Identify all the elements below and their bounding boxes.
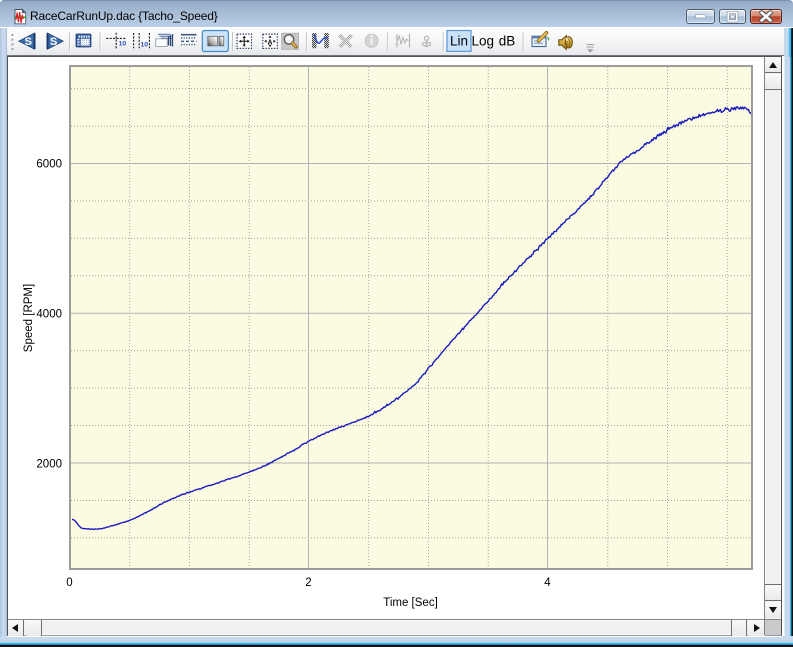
svg-text:S: S [25, 36, 32, 48]
svg-text:S: S [50, 36, 57, 48]
svg-text:10: 10 [119, 41, 127, 48]
svg-text:2: 2 [305, 577, 311, 589]
svg-text:Time [Sec]: Time [Sec] [383, 597, 438, 609]
svg-text:6000: 6000 [36, 159, 62, 171]
svg-text:4: 4 [544, 577, 551, 589]
svg-text:2000: 2000 [36, 459, 62, 471]
svg-text:10: 10 [141, 41, 149, 48]
svg-text:dB: dB [499, 33, 516, 48]
svg-text:0: 0 [66, 577, 72, 589]
svg-text:Lin: Lin [450, 33, 468, 48]
svg-text:4000: 4000 [36, 309, 62, 321]
svg-text:Log: Log [472, 33, 495, 48]
svg-text:Speed [RPM]: Speed [RPM] [23, 284, 35, 352]
